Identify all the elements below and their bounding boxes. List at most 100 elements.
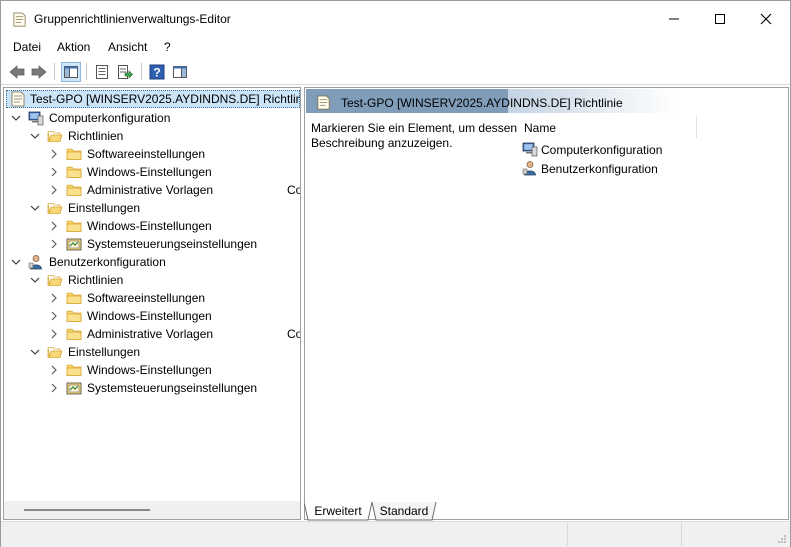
tree-root-label: Test-GPO [WINSERV2025.AYDINDNS.DE] Richt… <box>30 92 301 106</box>
column-header-name[interactable]: Name <box>524 121 556 135</box>
computer-icon <box>28 110 44 126</box>
chevron-right-icon[interactable] <box>49 220 59 232</box>
folder-icon <box>66 326 82 342</box>
help-button[interactable]: ? <box>147 62 167 82</box>
tree-label: Systemsteuerungseinstellungen <box>87 237 258 251</box>
tree-label: Benutzerkonfiguration <box>49 255 166 269</box>
tree-root-gpo[interactable]: Test-GPO [WINSERV2025.AYDINDNS.DE] Richt… <box>6 90 300 108</box>
tree-label-overflow: Co <box>287 327 301 341</box>
computer-icon <box>522 141 538 157</box>
gpo-document-icon <box>316 95 331 110</box>
tree-label: Richtlinien <box>68 273 124 287</box>
user-icon <box>522 160 538 176</box>
folder-open-icon <box>47 200 63 216</box>
chevron-down-icon[interactable] <box>30 202 40 214</box>
chevron-right-icon[interactable] <box>49 292 59 304</box>
column-separator[interactable] <box>696 116 697 138</box>
minimize-button[interactable] <box>651 1 697 37</box>
scrollbar-thumb[interactable] <box>24 509 150 511</box>
tree-label-overflow: Co <box>287 183 301 197</box>
menu-aktion[interactable]: Aktion <box>57 40 90 54</box>
toolbar-separator <box>54 63 55 80</box>
chevron-right-icon[interactable] <box>49 148 59 160</box>
export-list-button[interactable] <box>115 62 135 82</box>
chevron-down-icon[interactable] <box>30 130 40 142</box>
list-item-label: Computerkonfiguration <box>541 143 663 157</box>
menu-datei[interactable]: Datei <box>13 40 41 54</box>
tree-label: Windows-Einstellungen <box>87 165 212 179</box>
tree-horizontal-scrollbar[interactable] <box>4 501 300 519</box>
tree-item-computer-admin-templates[interactable]: Administrative Vorlagen Co <box>4 181 300 199</box>
status-cell <box>567 523 568 546</box>
minimize-icon <box>669 18 679 20</box>
control-panel-icon <box>66 380 82 396</box>
tab-erweitert[interactable]: Erweitert <box>304 502 372 520</box>
resize-grip-icon[interactable] <box>777 534 787 544</box>
back-button[interactable] <box>7 62 27 82</box>
show-hide-action-pane-button[interactable] <box>170 62 190 82</box>
gpo-editor-app-icon <box>12 12 27 27</box>
title-bar[interactable]: Gruppenrichtlinienverwaltungs-Editor <box>1 1 790 37</box>
chevron-right-icon[interactable] <box>49 238 59 250</box>
list-item-label: Benutzerkonfiguration <box>541 162 658 176</box>
menu-bar: Datei Aktion Ansicht ? <box>1 37 790 58</box>
tree-label: Einstellungen <box>68 345 141 359</box>
details-description: Markieren Sie ein Element, um dessen Bes… <box>311 121 518 150</box>
tree-label: Windows-Einstellungen <box>87 363 212 377</box>
status-bar <box>1 521 790 547</box>
tab-standard[interactable]: Standard <box>372 502 436 520</box>
toolbar-separator <box>86 63 87 80</box>
export-list-icon <box>118 65 133 79</box>
tree-label: Systemsteuerungseinstellungen <box>87 381 258 395</box>
menu-help[interactable]: ? <box>164 40 171 54</box>
tree-label: Einstellungen <box>68 201 141 215</box>
console-tree[interactable]: Test-GPO [WINSERV2025.AYDINDNS.DE] Richt… <box>3 87 301 520</box>
folder-icon <box>66 146 82 162</box>
properties-icon <box>96 65 108 79</box>
tree-label: Administrative Vorlagen <box>87 327 214 341</box>
chevron-down-icon[interactable] <box>30 274 40 286</box>
chevron-right-icon[interactable] <box>49 166 59 178</box>
maximize-icon <box>715 14 725 24</box>
show-hide-action-pane-icon <box>173 66 187 78</box>
folder-icon <box>66 164 82 180</box>
window-title: Gruppenrichtlinienverwaltungs-Editor <box>34 12 231 26</box>
gpo-editor-window: Gruppenrichtlinienverwaltungs-Editor Dat… <box>0 0 791 547</box>
folder-open-icon <box>47 272 63 288</box>
menu-ansicht[interactable]: Ansicht <box>108 40 147 54</box>
maximize-button[interactable] <box>697 1 743 37</box>
chevron-down-icon[interactable] <box>11 112 21 124</box>
tree-label: Windows-Einstellungen <box>87 309 212 323</box>
chevron-right-icon[interactable] <box>49 310 59 322</box>
tree-item-user-admin-templates[interactable]: Administrative Vorlagen Co <box>4 325 300 343</box>
chevron-right-icon[interactable] <box>49 382 59 394</box>
toolbar: ? <box>1 58 790 85</box>
chevron-right-icon[interactable] <box>49 184 59 196</box>
forward-button[interactable] <box>29 62 49 82</box>
folder-icon <box>66 218 82 234</box>
tree-label: Windows-Einstellungen <box>87 219 212 233</box>
tree-label: Softwareeinstellungen <box>87 291 206 305</box>
folder-icon <box>66 182 82 198</box>
chevron-down-icon[interactable] <box>30 346 40 358</box>
chevron-right-icon[interactable] <box>49 364 59 376</box>
gpo-document-icon <box>10 91 26 107</box>
details-title: Test-GPO [WINSERV2025.AYDINDNS.DE] Richt… <box>341 96 623 110</box>
status-cell <box>681 523 682 546</box>
folder-open-icon <box>47 344 63 360</box>
folder-icon <box>66 290 82 306</box>
user-icon <box>28 254 44 270</box>
chevron-right-icon[interactable] <box>49 328 59 340</box>
chevron-down-icon[interactable] <box>11 256 21 268</box>
forward-icon <box>31 65 47 79</box>
properties-button[interactable] <box>92 62 112 82</box>
folder-icon <box>66 362 82 378</box>
close-icon <box>760 13 772 25</box>
show-hide-tree-button[interactable] <box>61 62 81 82</box>
control-panel-icon <box>66 236 82 252</box>
svg-text:?: ? <box>153 66 160 80</box>
details-pane: Test-GPO [WINSERV2025.AYDINDNS.DE] Richt… <box>304 87 789 520</box>
tree-label: Richtlinien <box>68 129 124 143</box>
tree-label: Administrative Vorlagen <box>87 183 214 197</box>
close-button[interactable] <box>743 1 789 37</box>
